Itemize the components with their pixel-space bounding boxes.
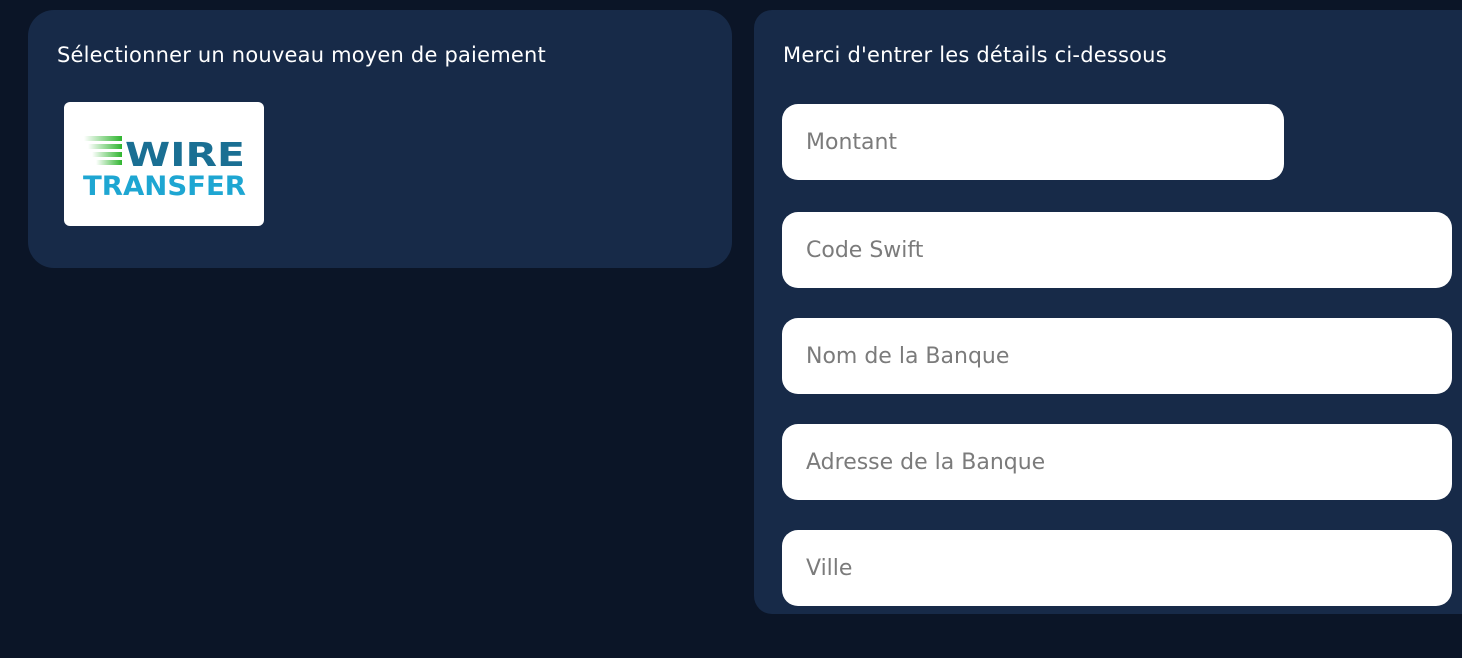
payment-method-title: Sélectionner un nouveau moyen de paiemen… — [57, 43, 546, 67]
details-form-title: Merci d'entrer les détails ci-dessous — [783, 43, 1167, 67]
logo-line2: TRANSFER — [83, 171, 246, 198]
logo-stripe — [96, 160, 122, 165]
logo-stripe — [84, 136, 122, 141]
logo-stripe — [92, 152, 122, 157]
city-input[interactable] — [782, 530, 1452, 606]
amount-input[interactable] — [782, 104, 1284, 180]
swift-code-input[interactable] — [782, 212, 1452, 288]
payment-method-panel: Sélectionner un nouveau moyen de paiemen… — [28, 10, 732, 268]
bank-name-input[interactable] — [782, 318, 1452, 394]
logo-line1: WIRE — [125, 135, 245, 174]
wire-transfer-option[interactable]: WIRE TRANSFER — [64, 102, 264, 226]
details-form-panel: Merci d'entrer les détails ci-dessous — [754, 10, 1462, 614]
logo-stripe — [88, 144, 122, 149]
wire-transfer-logo-icon: WIRE TRANSFER — [83, 135, 246, 198]
bank-address-input[interactable] — [782, 424, 1452, 500]
